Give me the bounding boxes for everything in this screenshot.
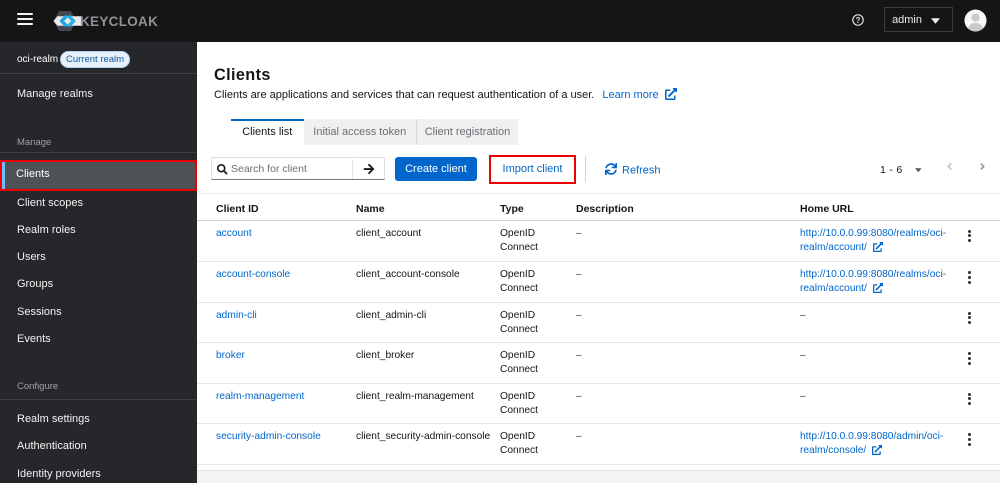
svg-text:KEYCLOAK: KEYCLOAK bbox=[80, 14, 158, 29]
svg-text:?: ? bbox=[856, 16, 861, 25]
